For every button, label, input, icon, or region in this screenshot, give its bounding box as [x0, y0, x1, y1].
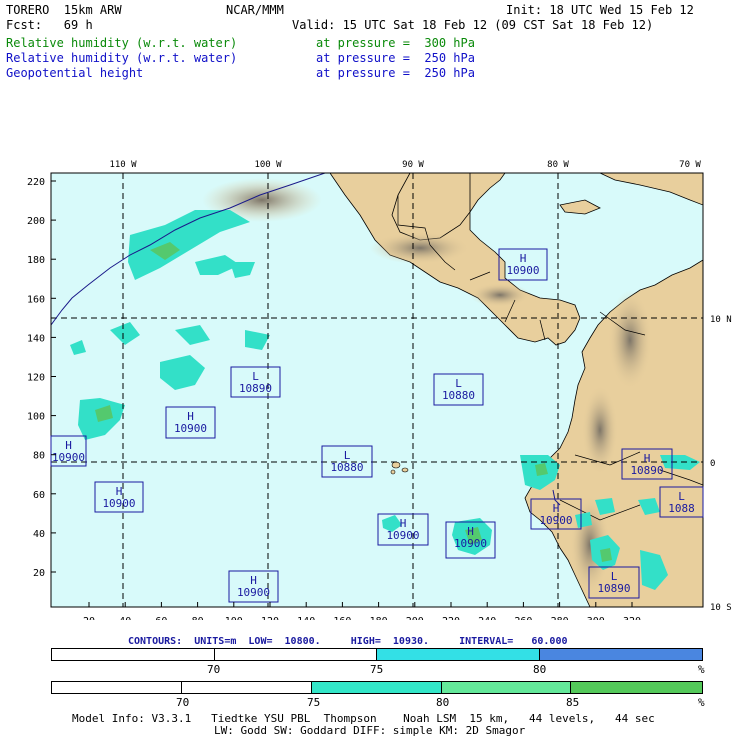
y-tick-label: 140 — [27, 333, 45, 344]
colorbar2-label-pct: % — [698, 696, 705, 709]
pressure-center-value: 10880 — [330, 461, 363, 474]
x-tick-label: 80 — [192, 616, 204, 620]
colorbar2-label-75: 75 — [307, 696, 321, 709]
pressure-center-value: 10900 — [237, 586, 270, 599]
pressure-center-value: 10900 — [52, 451, 85, 464]
pressure-center-value: 10900 — [454, 537, 487, 550]
x-tick-label: 300 — [587, 616, 605, 620]
colorbar2-label-70: 70 — [176, 696, 190, 709]
colorbar-rh300 — [51, 681, 703, 694]
y-tick-label: 200 — [27, 216, 45, 227]
colombia-andes — [608, 290, 652, 390]
x-tick-label: 120 — [261, 616, 279, 620]
pressure-center-value: 10880 — [442, 389, 475, 402]
colorbar1-label-80: 80 — [533, 663, 547, 676]
pressure-center-value: 10890 — [630, 464, 663, 477]
pressure-center-value: 10900 — [386, 529, 419, 542]
x-tick-label: 180 — [370, 616, 388, 620]
lat-label: 10 S — [710, 603, 732, 613]
y-tick-label: 60 — [33, 490, 45, 501]
y-tick-label: 80 — [33, 451, 45, 462]
colorbar2-label-80: 80 — [436, 696, 450, 709]
colorbar1-label-70: 70 — [207, 663, 221, 676]
y-tick-label: 100 — [27, 412, 45, 423]
y-tick-label: 160 — [27, 294, 45, 305]
x-tick-label: 240 — [478, 616, 496, 620]
colorbar1-label-pct: % — [698, 663, 705, 676]
lon-label: 110 W — [109, 160, 137, 170]
x-tick-label: 200 — [406, 616, 424, 620]
pressure-center-value: 10900 — [506, 264, 539, 277]
y-tick-label: 220 — [27, 177, 45, 188]
x-tick-label: 40 — [119, 616, 131, 620]
pressure-center-value: 10900 — [539, 514, 572, 527]
pressure-center-value: 10900 — [174, 422, 207, 435]
costa-rica-mountains — [470, 283, 530, 307]
lon-label: 90 W — [402, 160, 424, 170]
pressure-center-value: 1088 — [668, 502, 695, 515]
pressure-center-value: 10900 — [102, 497, 135, 510]
pressure-center-value: 10890 — [239, 382, 272, 395]
lon-label: 100 W — [254, 160, 282, 170]
model-info-line-2: LW: Godd SW: Goddard DIFF: simple KM: 2D… — [214, 724, 526, 737]
colorbar-rh250 — [51, 648, 703, 661]
x-tick-label: 140 — [297, 616, 315, 620]
colorbar2-label-85: 85 — [566, 696, 580, 709]
guatemala-mountains — [370, 232, 470, 264]
weather-map: H10900L10890 L10880H10900H10900 L10880H109… — [27, 160, 732, 620]
pressure-center-value: 10890 — [597, 582, 630, 595]
colorbar1-label-75: 75 — [370, 663, 384, 676]
x-tick-label: 320 — [623, 616, 641, 620]
x-tick-label: 260 — [514, 616, 532, 620]
lat-label: 0 — [710, 459, 715, 469]
x-tick-label: 60 — [155, 616, 167, 620]
x-tick-label: 160 — [333, 616, 351, 620]
x-tick-label: 100 — [225, 616, 243, 620]
lon-label: 70 W — [679, 160, 701, 170]
lon-label: 80 W — [547, 160, 569, 170]
y-tick-label: 180 — [27, 255, 45, 266]
x-tick-label: 280 — [551, 616, 569, 620]
y-tick-label: 20 — [33, 568, 45, 579]
x-tick-label: 220 — [442, 616, 460, 620]
y-tick-label: 40 — [33, 529, 45, 540]
x-tick-label: 20 — [83, 616, 95, 620]
y-tick-label: 120 — [27, 373, 45, 384]
lat-label: 10 N — [710, 315, 732, 325]
contour-info: CONTOURS: UNITS=m LOW= 10800. HIGH= 1093… — [128, 636, 568, 647]
